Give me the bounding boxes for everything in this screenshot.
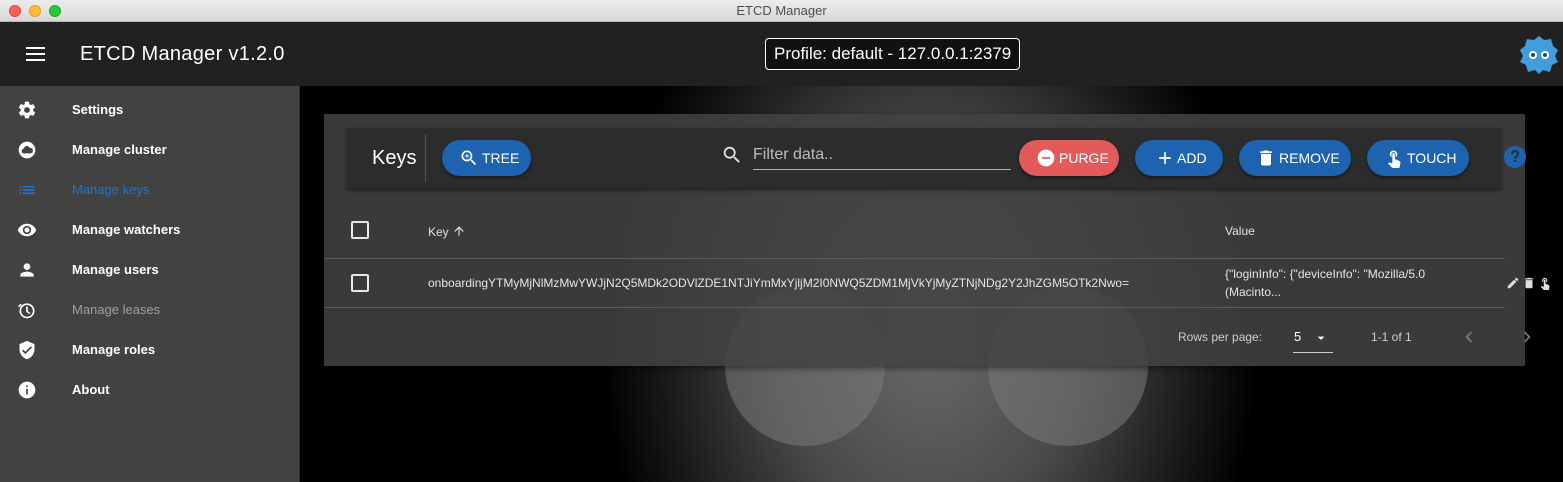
- profile-selector[interactable]: Profile: default - 127.0.0.1:2379: [765, 38, 1021, 70]
- sidebar-item-label: Manage cluster: [72, 142, 167, 157]
- etcd-logo-icon: [1520, 36, 1558, 74]
- trash-icon: [1260, 150, 1272, 166]
- app-bar: ETCD Manager v1.2.0 Profile: default - 1…: [0, 22, 1563, 86]
- sidebar-item-label: Settings: [72, 102, 124, 117]
- eye-icon: [17, 223, 37, 237]
- sidebar-item-manage-cluster[interactable]: Manage cluster: [0, 130, 300, 170]
- tree-button[interactable]: TREE: [442, 140, 531, 176]
- add-button-label: ADD: [1177, 150, 1207, 166]
- app-title: ETCD Manager v1.2.0: [80, 43, 285, 65]
- touch-button[interactable]: TOUCH: [1367, 140, 1469, 176]
- timer-icon: [18, 303, 35, 319]
- window-titlebar: ETCD Manager: [0, 0, 1563, 22]
- key-column-header[interactable]: Key: [428, 224, 466, 239]
- row-value-line: {"loginInfo": {"deviceInfo": "Mozilla/5.…: [1225, 267, 1426, 281]
- list-icon: [19, 185, 35, 195]
- delete-icon[interactable]: [1522, 276, 1536, 290]
- rows-per-page-select[interactable]: 5: [1293, 326, 1333, 353]
- zoom-in-icon: [461, 150, 477, 166]
- pagination-range: 1-1 of 1: [1371, 330, 1412, 344]
- rows-per-page-label: Rows per page:: [1178, 330, 1263, 344]
- touch-button-label: TOUCH: [1407, 150, 1457, 166]
- remove-circle-icon: [1037, 149, 1055, 167]
- value-column-header: Value: [1225, 224, 1255, 238]
- info-icon: [18, 381, 36, 399]
- gear-icon: [18, 101, 36, 119]
- sidebar-item-label: Manage watchers: [72, 222, 181, 237]
- add-button[interactable]: ADD: [1135, 140, 1223, 176]
- sidebar-item-manage-users[interactable]: Manage users: [0, 250, 300, 290]
- person-icon: [20, 263, 34, 277]
- sidebar-item-manage-roles[interactable]: Manage roles: [0, 330, 300, 370]
- caret-down-icon: [1317, 336, 1325, 340]
- sidebar-item-label: Manage leases: [72, 302, 161, 317]
- cloud-icon: [18, 141, 36, 159]
- remove-button-label: REMOVE: [1279, 150, 1340, 166]
- select-all-checkbox[interactable]: [351, 221, 369, 239]
- key-column-header-label: Key: [428, 225, 449, 239]
- tree-button-label: TREE: [482, 150, 520, 166]
- table-divider: [324, 258, 1505, 259]
- page-title: Keys: [372, 147, 417, 169]
- purge-button-label: PURGE: [1059, 150, 1109, 166]
- sidebar-item-manage-watchers[interactable]: Manage watchers: [0, 210, 300, 250]
- sidebar-item-label: Manage keys: [72, 182, 150, 197]
- shield-icon: [19, 340, 35, 360]
- row-key-cell: onboardingYTMyMjNlMzMwYWJjN2Q5MDk2ODVlZD…: [428, 276, 1130, 290]
- table-divider: [324, 307, 1505, 308]
- edit-icon[interactable]: [1506, 276, 1520, 290]
- sidebar-item-about[interactable]: About: [0, 370, 300, 410]
- sidebar: Settings Manage cluster Manage keys Mana…: [0, 86, 300, 482]
- remove-button[interactable]: REMOVE: [1239, 140, 1351, 176]
- chevron-left-icon[interactable]: [1458, 326, 1480, 348]
- touch-icon: [1387, 150, 1401, 168]
- rows-per-page-value: 5: [1294, 329, 1302, 344]
- chevron-right-icon[interactable]: [1516, 326, 1538, 348]
- sidebar-item-label: About: [72, 382, 110, 397]
- row-checkbox[interactable]: [351, 274, 369, 292]
- plus-icon: [1159, 152, 1171, 164]
- sidebar-item-manage-leases[interactable]: Manage leases: [0, 290, 300, 330]
- sidebar-item-label: Manage users: [72, 262, 159, 277]
- sidebar-item-manage-keys[interactable]: Manage keys: [0, 170, 300, 210]
- purge-button[interactable]: PURGE: [1019, 140, 1119, 176]
- search-icon: [723, 146, 740, 163]
- arrow-up-icon: [454, 226, 464, 236]
- toolbar-divider: [425, 134, 426, 182]
- sidebar-item-label: Manage roles: [72, 342, 156, 357]
- touch-icon[interactable]: [1538, 276, 1552, 290]
- filter-input[interactable]: [753, 140, 1011, 170]
- hamburger-menu-icon[interactable]: [26, 46, 46, 62]
- help-icon[interactable]: [1503, 145, 1527, 169]
- row-value-line: (Macinto...: [1225, 285, 1282, 299]
- window-title: ETCD Manager: [736, 3, 827, 18]
- sidebar-item-settings[interactable]: Settings: [0, 90, 300, 130]
- row-value-cell: {"loginInfo": {"deviceInfo": "Mozilla/5.…: [1225, 265, 1485, 301]
